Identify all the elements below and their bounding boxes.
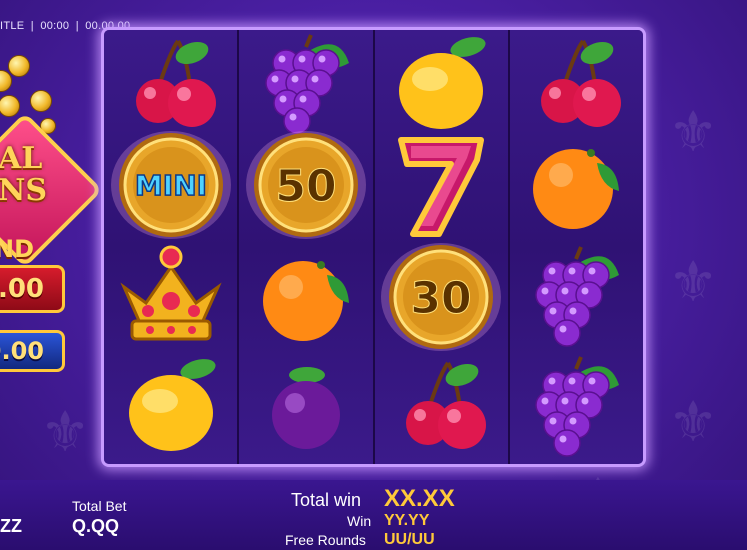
symbol-plum	[239, 352, 372, 462]
reel-column	[509, 30, 643, 464]
total-bet-label: Total Bet	[72, 498, 127, 514]
coin-value-label: 50	[275, 161, 336, 212]
fleur-de-lis-decoration: ⚜	[668, 250, 719, 315]
symbol-coin: 30	[375, 242, 508, 352]
symbol-cherry	[375, 352, 508, 462]
symbol-cherry	[104, 30, 237, 140]
jackpot-panel: AL NS ND .00 0.00	[0, 40, 103, 380]
symbol-coin: 50	[239, 130, 372, 240]
symbol-orange	[239, 242, 372, 352]
game-title: ITLE	[0, 20, 25, 32]
grand-jackpot-label: ND	[0, 235, 35, 263]
symbol-seven	[375, 130, 508, 240]
separator: |	[75, 20, 79, 32]
symbol-grape	[510, 352, 643, 462]
total-win-value: XX.XX	[384, 485, 455, 512]
fleur-de-lis-decoration: ⚜	[668, 390, 719, 455]
grand-jackpot-value: .00	[0, 265, 65, 313]
total-win-label: Total win	[291, 490, 362, 510]
game-logo-text: AL NS	[0, 141, 48, 208]
reel-column: 50	[239, 30, 375, 464]
symbol-lemon	[375, 30, 508, 140]
win-value: YY.YY	[384, 512, 430, 529]
free-rounds-label: Free Rounds	[285, 532, 366, 548]
symbol-grape	[239, 30, 372, 140]
coin-value-label: 30	[411, 273, 472, 324]
symbol-lemon	[104, 352, 237, 462]
total-bet-value[interactable]: Q.QQ	[72, 516, 119, 537]
reel-column: 30	[374, 30, 510, 464]
fleur-de-lis-decoration: ⚜	[40, 400, 91, 465]
fleur-de-lis-decoration: ⚜	[668, 100, 719, 165]
slot-reels: MINI 50 30	[101, 27, 646, 467]
symbol-orange	[510, 130, 643, 240]
bottom-bar: ZZ Total Bet Q.QQ Total win XX.XX Win YY…	[0, 480, 747, 550]
logo-coins-graphic	[0, 50, 80, 134]
major-jackpot-value: 0.00	[0, 330, 65, 372]
session-time: 00:00	[40, 20, 70, 32]
symbol-cherry	[510, 30, 643, 140]
balance-value: ZZ	[0, 516, 22, 536]
free-rounds-value: UU/UU	[384, 531, 435, 548]
reel-column: MINI	[104, 30, 240, 464]
symbol-crown	[104, 242, 237, 352]
symbol-coin: MINI	[104, 130, 237, 240]
win-label: Win	[347, 513, 372, 529]
coin-value-label: MINI	[135, 169, 207, 202]
symbol-grape	[510, 242, 643, 352]
separator: |	[30, 20, 34, 32]
